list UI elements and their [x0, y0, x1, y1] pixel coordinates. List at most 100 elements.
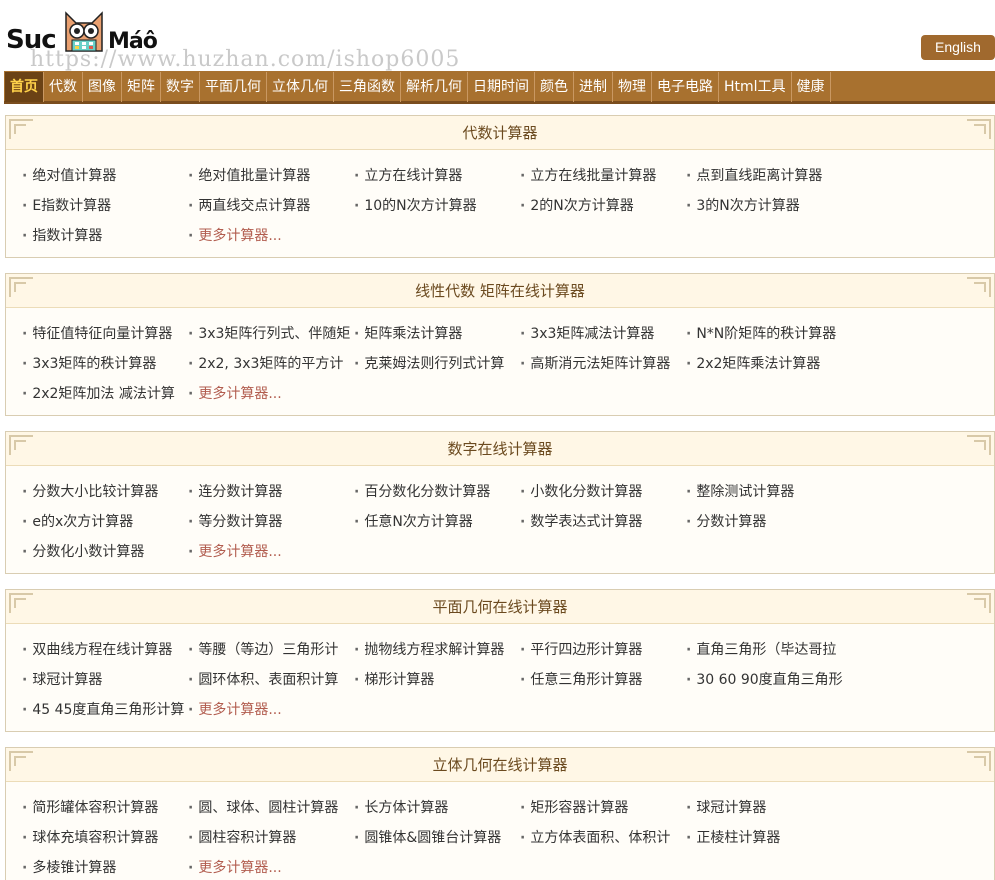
calculator-link[interactable]: 高斯消元法矩阵计算器 [520, 349, 686, 379]
more-calculators-link[interactable]: 更多计算器... [188, 537, 354, 567]
nav-item-color[interactable]: 颜色 [535, 72, 574, 102]
section-header: 数字在线计算器 [6, 432, 994, 466]
calculator-link[interactable]: 整除测试计算器 [686, 477, 852, 507]
section-header: 代数计算器 [6, 116, 994, 150]
calculator-link[interactable]: 30 60 90度直角三角形 [686, 665, 852, 695]
calculator-link[interactable]: 绝对值计算器 [22, 161, 188, 191]
nav-item-home[interactable]: 首页 [5, 72, 44, 102]
calculator-link[interactable]: 10的N次方计算器 [354, 191, 520, 221]
calculator-link[interactable]: 任意三角形计算器 [520, 665, 686, 695]
calculator-link[interactable]: 双曲线方程在线计算器 [22, 635, 188, 665]
nav-item-matrix[interactable]: 矩阵 [122, 72, 161, 102]
calculator-link[interactable]: 2x2矩阵加法 减法计算 [22, 379, 188, 409]
nav-item-analytic-geometry[interactable]: 解析几何 [401, 72, 468, 102]
calculator-link[interactable]: 2x2, 3x3矩阵的平方计 [188, 349, 354, 379]
section-algebra: 代数计算器 绝对值计算器 绝对值批量计算器 立方在线计算器 立方在线批量计算器 … [5, 115, 995, 258]
calculator-link[interactable]: 立方体表面积、体积计 [520, 823, 686, 853]
calculator-link[interactable]: 圆、球体、圆柱计算器 [188, 793, 354, 823]
calculator-link[interactable]: 圆柱容积计算器 [188, 823, 354, 853]
section-title: 平面几何在线计算器 [432, 598, 568, 616]
nav-item-electronics[interactable]: 电子电路 [652, 72, 719, 102]
calculator-link[interactable]: 球体充填容积计算器 [22, 823, 188, 853]
calculator-link[interactable]: 矩阵乘法计算器 [354, 319, 520, 349]
calculator-link[interactable]: 平行四边形计算器 [520, 635, 686, 665]
calculator-link[interactable]: e的x次方计算器 [22, 507, 188, 537]
calculator-link[interactable]: 长方体计算器 [354, 793, 520, 823]
calculator-link[interactable]: 点到直线距离计算器 [686, 161, 852, 191]
calculator-link[interactable]: 球冠计算器 [22, 665, 188, 695]
nav-item-number[interactable]: 数字 [161, 72, 200, 102]
corner-ornament-icon [9, 277, 33, 297]
calculator-link[interactable]: 梯形计算器 [354, 665, 520, 695]
calculator-link[interactable]: 等分数计算器 [188, 507, 354, 537]
calculator-link[interactable]: 多棱锥计算器 [22, 853, 188, 880]
calculator-link[interactable]: 圆锥体&圆锥台计算器 [354, 823, 520, 853]
calculator-link[interactable]: 球冠计算器 [686, 793, 852, 823]
corner-ornament-icon [9, 119, 33, 139]
main-nav: 首页 代数 图像 矩阵 数字 平面几何 立体几何 三角函数 解析几何 日期时间 … [4, 71, 995, 104]
calculator-link[interactable]: N*N阶矩阵的秩计算器 [686, 319, 852, 349]
english-language-button[interactable]: English [921, 35, 995, 60]
nav-item-solid-geometry[interactable]: 立体几何 [267, 72, 334, 102]
calculator-link[interactable]: 克莱姆法则行列式计算 [354, 349, 520, 379]
section-solid-geometry: 立体几何在线计算器 简形罐体容积计算器 圆、球体、圆柱计算器 长方体计算器 矩形… [5, 747, 995, 880]
nav-item-graph[interactable]: 图像 [83, 72, 122, 102]
calculator-link[interactable]: 特征值特征向量计算器 [22, 319, 188, 349]
calculator-link[interactable]: 抛物线方程求解计算器 [354, 635, 520, 665]
calculator-link[interactable]: 立方在线批量计算器 [520, 161, 686, 191]
watermark-text: https://www.huzhan.com/ishop6005 [30, 47, 461, 72]
calculator-link[interactable]: 两直线交点计算器 [188, 191, 354, 221]
section-header: 线性代数 矩阵在线计算器 [6, 274, 994, 308]
corner-ornament-icon [967, 435, 991, 455]
nav-item-base[interactable]: 进制 [574, 72, 613, 102]
section-number: 数字在线计算器 分数大小比较计算器 连分数计算器 百分数化分数计算器 小数化分数… [5, 431, 995, 574]
nav-item-html-tools[interactable]: Html工具 [719, 72, 792, 102]
calculator-link[interactable]: 圆环体积、表面积计算 [188, 665, 354, 695]
nav-item-health[interactable]: 健康 [792, 72, 831, 102]
calculator-link[interactable]: 任意N次方计算器 [354, 507, 520, 537]
corner-ornament-icon [967, 593, 991, 613]
more-calculators-link[interactable]: 更多计算器... [188, 221, 354, 251]
more-calculators-link[interactable]: 更多计算器... [188, 853, 354, 880]
calculator-link[interactable]: 2的N次方计算器 [520, 191, 686, 221]
calculator-link[interactable]: 直角三角形（毕达哥拉 [686, 635, 852, 665]
section-header: 立体几何在线计算器 [6, 748, 994, 782]
calculator-link[interactable]: 简形罐体容积计算器 [22, 793, 188, 823]
calculator-link[interactable]: 数学表达式计算器 [520, 507, 686, 537]
calculator-link[interactable]: 绝对值批量计算器 [188, 161, 354, 191]
calculator-link[interactable]: 矩形容器计算器 [520, 793, 686, 823]
nav-item-plane-geometry[interactable]: 平面几何 [200, 72, 267, 102]
calculator-link[interactable]: 正棱柱计算器 [686, 823, 852, 853]
calculator-link[interactable]: 3x3矩阵减法计算器 [520, 319, 686, 349]
calculator-link[interactable]: 分数计算器 [686, 507, 852, 537]
nav-item-algebra[interactable]: 代数 [44, 72, 83, 102]
calculator-link[interactable]: 3x3矩阵的秩计算器 [22, 349, 188, 379]
calculator-link[interactable]: 小数化分数计算器 [520, 477, 686, 507]
nav-item-physics[interactable]: 物理 [613, 72, 652, 102]
calculator-link[interactable]: 百分数化分数计算器 [354, 477, 520, 507]
section-title: 立体几何在线计算器 [432, 756, 568, 774]
nav-item-trigonometry[interactable]: 三角函数 [334, 72, 401, 102]
calculator-link[interactable]: 分数大小比较计算器 [22, 477, 188, 507]
page-header: Suc Máô https://www.huzhan.com/ishop6005… [0, 0, 995, 72]
section-title: 代数计算器 [462, 124, 538, 142]
more-calculators-link[interactable]: 更多计算器... [188, 695, 354, 725]
calculator-link[interactable]: 2x2矩阵乘法计算器 [686, 349, 852, 379]
calculator-link[interactable]: 立方在线计算器 [354, 161, 520, 191]
corner-ornament-icon [967, 119, 991, 139]
calculator-link[interactable]: E指数计算器 [22, 191, 188, 221]
more-calculators-link[interactable]: 更多计算器... [188, 379, 354, 409]
section-linear-algebra: 线性代数 矩阵在线计算器 特征值特征向量计算器 3x3矩阵行列式、伴随矩 矩阵乘… [5, 273, 995, 416]
calculator-link[interactable]: 45 45度直角三角形计算 [22, 695, 188, 725]
section-title: 线性代数 矩阵在线计算器 [415, 282, 585, 300]
calculator-link[interactable]: 等腰（等边）三角形计 [188, 635, 354, 665]
nav-item-date-time[interactable]: 日期时间 [468, 72, 535, 102]
calculator-link[interactable]: 3的N次方计算器 [686, 191, 852, 221]
calculator-link[interactable]: 指数计算器 [22, 221, 188, 251]
calculator-link[interactable]: 3x3矩阵行列式、伴随矩 [188, 319, 354, 349]
corner-ornament-icon [9, 751, 33, 771]
section-header: 平面几何在线计算器 [6, 590, 994, 624]
corner-ornament-icon [967, 751, 991, 771]
calculator-link[interactable]: 分数化小数计算器 [22, 537, 188, 567]
calculator-link[interactable]: 连分数计算器 [188, 477, 354, 507]
